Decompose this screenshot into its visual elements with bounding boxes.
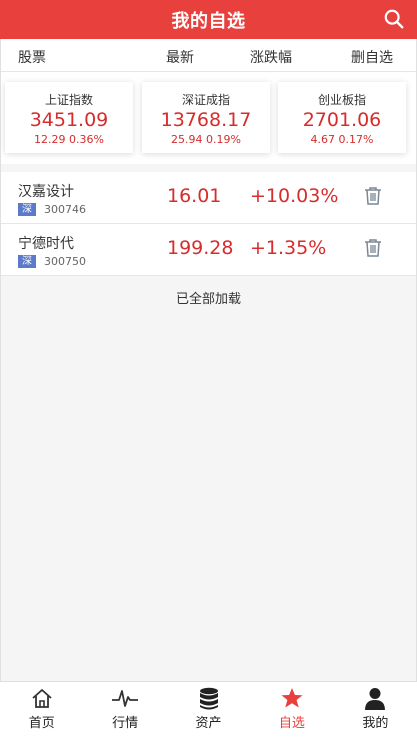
stock-change: +10.03% [250, 185, 339, 207]
stock-name: 宁德时代 [18, 236, 74, 252]
home-icon [32, 689, 52, 708]
column-header: 股票 最新 涨跌幅 删自选 [0, 39, 417, 72]
page-title: 我的自选 [171, 10, 246, 32]
stock-name: 汉嘉设计 [18, 184, 74, 200]
col-change: 涨跌幅 [250, 50, 292, 66]
col-delete: 删自选 [351, 50, 393, 66]
user-icon [365, 688, 386, 710]
trash-icon[interactable] [364, 238, 382, 258]
market-badge: 深 [18, 255, 36, 268]
stock-change: +1.35% [250, 237, 327, 259]
index-change: 4.67 0.17% [310, 133, 374, 146]
tab-market[interactable]: 行情 [83, 682, 166, 737]
col-stock: 股票 [18, 50, 46, 66]
tab-label: 行情 [112, 716, 139, 731]
tab-profile[interactable]: 我的 [334, 682, 417, 737]
watchlist: 汉嘉设计 深 300746 16.01 +10.03% 宁德时代 深 30075… [0, 172, 417, 276]
index-value: 2701.06 [302, 109, 382, 131]
search-icon[interactable] [383, 8, 405, 30]
index-name: 上证指数 [44, 93, 93, 107]
tab-label: 首页 [28, 716, 55, 731]
stock-price: 16.01 [167, 185, 222, 207]
table-row[interactable]: 汉嘉设计 深 300746 16.01 +10.03% [0, 172, 417, 224]
pulse-icon [112, 690, 139, 707]
tab-label: 资产 [195, 716, 222, 731]
tab-assets[interactable]: 资产 [167, 682, 250, 737]
tab-home[interactable]: 首页 [0, 682, 83, 737]
stock-price: 199.28 [167, 237, 234, 259]
index-panel: 上证指数 3451.09 12.29 0.36% 深证成指 13768.17 2… [0, 72, 417, 164]
index-card-sz[interactable]: 深证成指 13768.17 25.94 0.19% [142, 82, 270, 153]
star-icon [281, 688, 303, 708]
market-badge: 深 [18, 203, 36, 216]
index-value: 3451.09 [29, 109, 109, 131]
bottom-tab-bar: 首页 行情 资产 自选 我的 [0, 681, 417, 737]
frame-border [0, 39, 1, 681]
app-header: 我的自选 [0, 0, 417, 39]
col-latest: 最新 [166, 50, 194, 66]
index-change: 25.94 0.19% [171, 133, 241, 146]
stock-code: 300746 [44, 203, 86, 216]
index-change: 12.29 0.36% [34, 133, 104, 146]
tab-label: 我的 [362, 716, 389, 731]
trash-icon[interactable] [364, 186, 382, 206]
index-card-cyb[interactable]: 创业板指 2701.06 4.67 0.17% [278, 82, 406, 153]
list-status: 已全部加载 [175, 292, 241, 307]
index-name: 创业板指 [317, 93, 366, 107]
stock-code: 300750 [44, 255, 86, 268]
index-name: 深证成指 [181, 93, 230, 107]
database-icon [199, 687, 218, 710]
index-value: 13768.17 [160, 109, 252, 131]
index-card-sh[interactable]: 上证指数 3451.09 12.29 0.36% [5, 82, 133, 153]
tab-watchlist[interactable]: 自选 [250, 682, 333, 737]
tab-label: 自选 [278, 716, 305, 731]
table-row[interactable]: 宁德时代 深 300750 199.28 +1.35% [0, 224, 417, 276]
